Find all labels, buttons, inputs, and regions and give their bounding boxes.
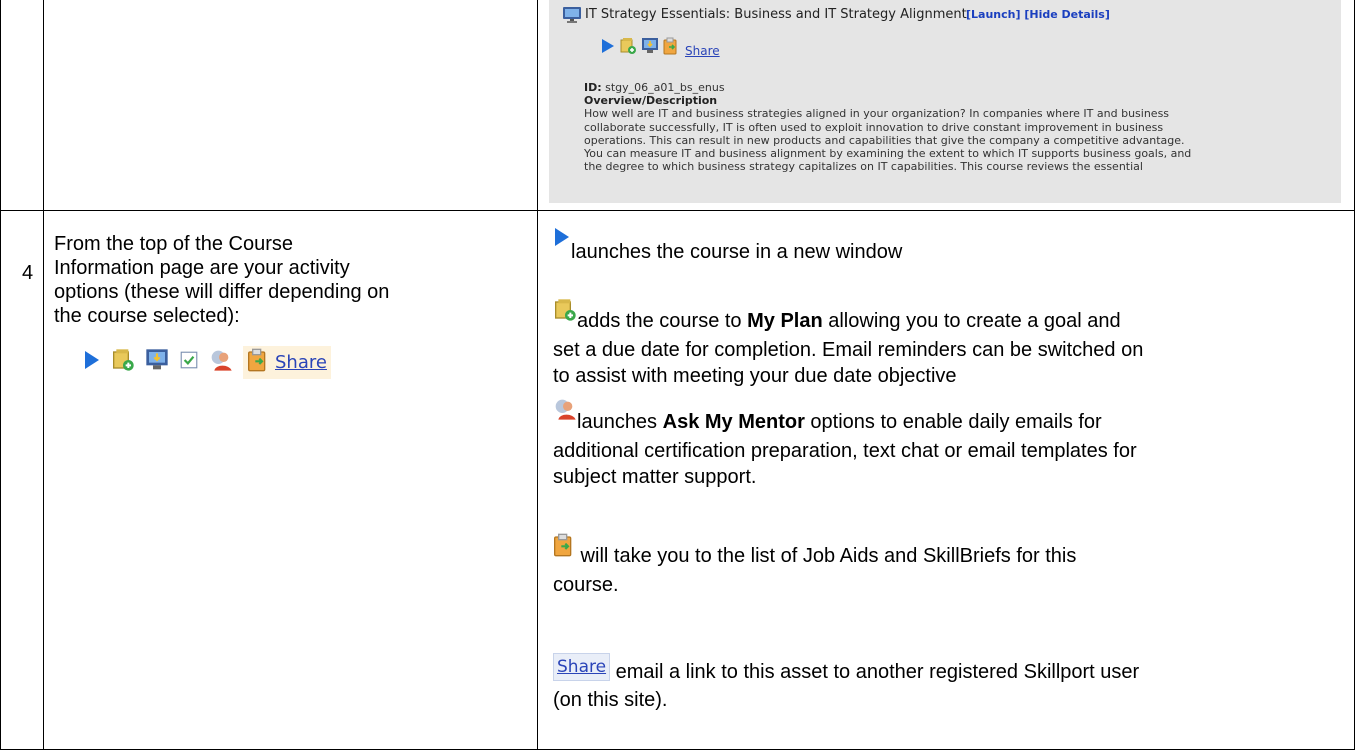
share-link[interactable]: Share xyxy=(275,352,327,373)
download-icon[interactable] xyxy=(641,37,659,58)
launch-hide-links[interactable]: [Launch] [Hide Details] xyxy=(966,8,1110,21)
job-aids-description: will take you to the list of Job Aids an… xyxy=(553,533,1348,598)
course-screenshot: IT Strategy Essentials: Business and IT … xyxy=(549,0,1341,203)
column-divider-2 xyxy=(537,0,538,750)
table-border-right xyxy=(1354,0,1355,750)
mentor-description: launches Ask My Mentor options to enable… xyxy=(553,399,1348,490)
description-line: collaborate successfully, IT is often us… xyxy=(584,120,1164,134)
table: IT Strategy Essentials: Business and IT … xyxy=(0,0,1367,750)
mentor-icon xyxy=(553,397,577,428)
job-aids-icon[interactable] xyxy=(663,37,679,58)
column-divider-1 xyxy=(43,0,44,750)
launch-description: launches the course in a new window xyxy=(553,228,902,263)
computer-icon xyxy=(562,6,582,27)
course-title: IT Strategy Essentials: Business and IT … xyxy=(585,7,967,22)
download-icon[interactable] xyxy=(145,348,169,377)
my-plan-description: adds the course to My Plan allowing you … xyxy=(553,299,1348,389)
activity-options-icons: Share xyxy=(83,346,331,379)
instruction-text: From the top of the Course Information p… xyxy=(54,233,390,327)
play-icon xyxy=(553,226,571,253)
job-aids-icon xyxy=(553,533,575,564)
table-border-left xyxy=(0,0,1,750)
description-line: You can measure IT and business alignmen… xyxy=(584,147,1192,161)
row-number: 4 xyxy=(22,262,34,284)
mentor-icon[interactable] xyxy=(209,348,233,377)
checklist-icon[interactable] xyxy=(179,350,199,375)
play-icon[interactable] xyxy=(83,349,101,376)
share-link[interactable]: Share xyxy=(685,44,720,58)
course-id: stgy_06_a01_bs_enus xyxy=(605,81,725,94)
description-line: the degree to which business strategy ca… xyxy=(584,160,1143,174)
id-label: ID: xyxy=(584,81,602,94)
course-details: ID: stgy_06_a01_bs_enus Overview/Descrip… xyxy=(584,81,1344,173)
description-line: operations. This can result in new produ… xyxy=(584,133,1185,147)
add-to-plan-icon[interactable] xyxy=(619,37,637,58)
overview-heading: Overview/Description xyxy=(584,94,718,108)
add-to-plan-icon[interactable] xyxy=(111,348,135,377)
add-to-plan-icon xyxy=(553,298,577,329)
job-aids-icon[interactable] xyxy=(247,348,269,377)
share-group: Share xyxy=(243,346,331,379)
row-divider xyxy=(0,210,1355,211)
description-line: How well are IT and business strategies … xyxy=(584,107,1170,121)
course-action-icons: Share xyxy=(601,37,720,58)
share-description: Share email a link to this asset to anot… xyxy=(553,653,1348,713)
share-button[interactable]: Share xyxy=(553,653,611,681)
play-icon[interactable] xyxy=(601,38,615,57)
